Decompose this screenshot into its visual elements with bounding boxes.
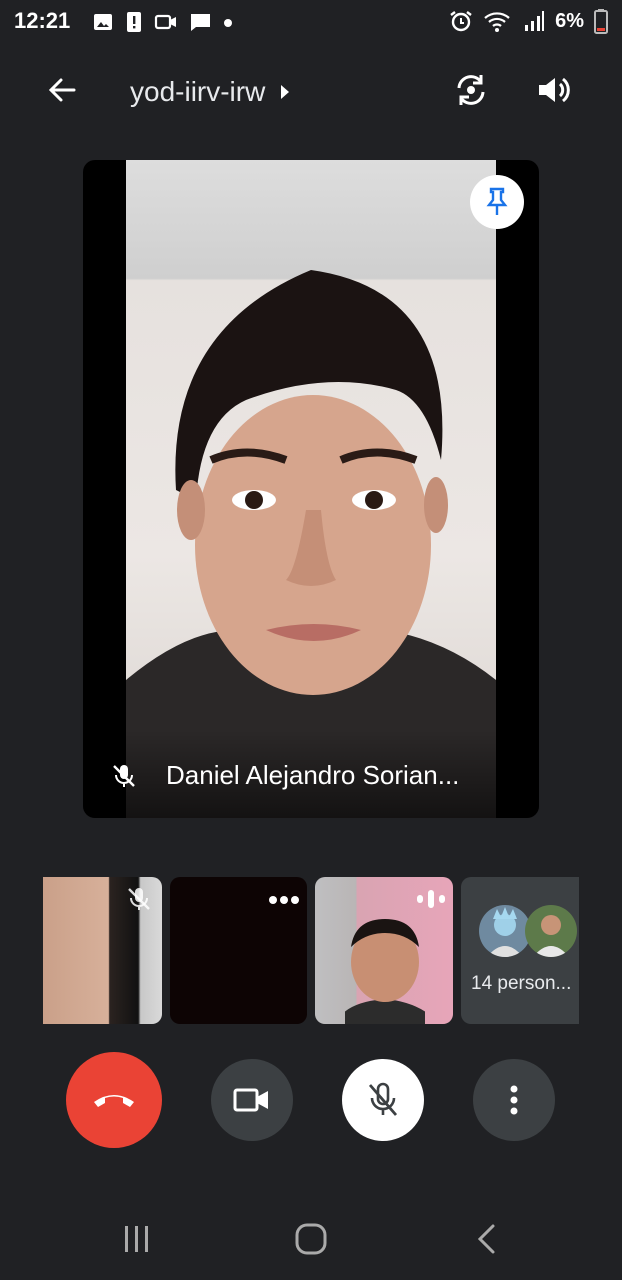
more-vert-icon xyxy=(510,1085,518,1115)
status-time: 12:21 xyxy=(14,8,71,33)
meeting-code: yod-iirv-irw xyxy=(130,76,266,107)
phone-hangup-icon xyxy=(94,1095,134,1107)
mic-off-icon xyxy=(128,888,150,910)
mic-off-icon xyxy=(368,1082,398,1116)
alarm-icon xyxy=(450,11,472,32)
notification-icons xyxy=(92,10,234,34)
participant-3-face xyxy=(345,919,425,1024)
meeting-title[interactable]: yod-iirv-irw xyxy=(130,76,291,108)
dot-icon xyxy=(224,19,232,27)
signal-icon xyxy=(525,11,545,31)
more-participants-label: 14 person... xyxy=(471,973,572,994)
participant-tile-2[interactable] xyxy=(170,877,307,1024)
battery-icon xyxy=(594,9,608,34)
more-dots-icon[interactable] xyxy=(268,895,300,905)
participant-name: Daniel Alejandro Sorian... xyxy=(166,760,460,790)
back-arrow-icon[interactable] xyxy=(46,74,78,106)
chevron-right-icon xyxy=(281,85,290,99)
avatar-2 xyxy=(525,905,577,957)
participant-tile-3[interactable] xyxy=(315,877,453,1024)
speaker-icon[interactable] xyxy=(535,72,571,108)
mic-toggle-button[interactable] xyxy=(342,1059,424,1141)
main-participant-video xyxy=(126,160,496,818)
pin-button[interactable] xyxy=(470,175,524,229)
top-bar xyxy=(0,58,622,122)
battery-percent: 6% xyxy=(555,9,584,32)
main-participant-label: Daniel Alejandro Sorian... xyxy=(110,760,459,791)
video-camera-icon xyxy=(233,1088,268,1112)
camera-toggle-button[interactable] xyxy=(211,1059,293,1141)
system-nav-bar xyxy=(0,1200,622,1280)
audio-level-icon xyxy=(417,890,445,908)
participant-tile-1[interactable] xyxy=(43,877,162,1024)
avatar-1 xyxy=(479,905,531,957)
status-right: 6% xyxy=(449,8,608,34)
video-icon xyxy=(154,14,176,30)
wifi-icon xyxy=(484,12,510,32)
pin-icon xyxy=(486,187,508,215)
home-icon[interactable] xyxy=(294,1222,328,1256)
message-icon xyxy=(190,14,210,31)
back-nav-icon[interactable] xyxy=(474,1222,498,1256)
switch-camera-icon[interactable] xyxy=(452,72,490,108)
alert-icon xyxy=(127,12,141,32)
image-icon xyxy=(94,14,112,30)
end-call-button[interactable] xyxy=(66,1052,162,1148)
status-bar: 12:21 6% xyxy=(0,0,622,44)
more-options-button[interactable] xyxy=(473,1059,555,1141)
participant-face-illustration xyxy=(126,270,496,818)
mic-off-icon xyxy=(113,764,135,787)
more-participants-tile[interactable]: 14 person... xyxy=(461,877,579,1024)
recent-apps-icon[interactable] xyxy=(122,1224,152,1254)
